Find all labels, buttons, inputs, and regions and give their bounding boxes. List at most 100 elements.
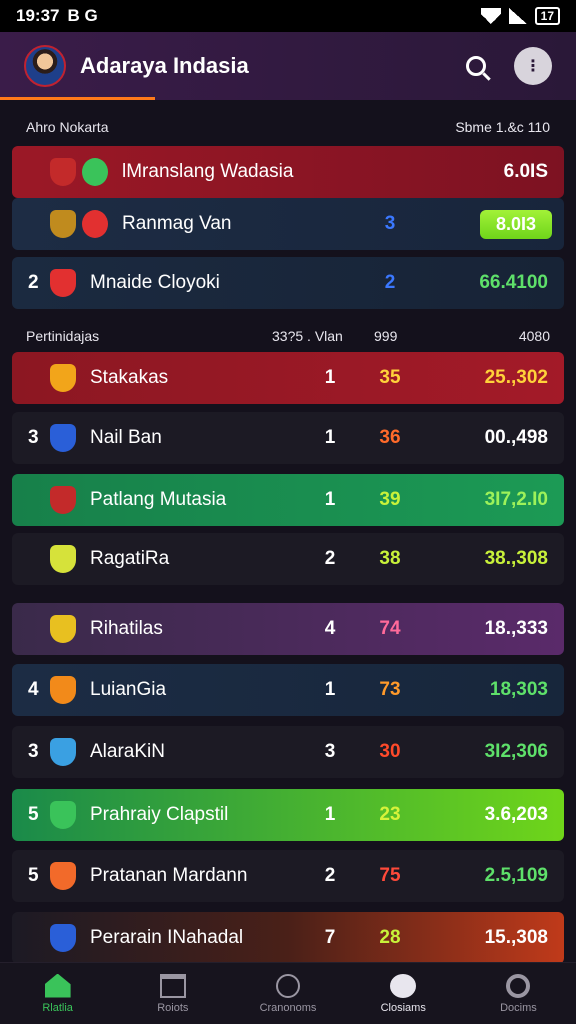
more-icon: ⋮ <box>525 58 541 75</box>
stat-played: 7 <box>324 927 336 948</box>
stat-points: 30 <box>379 741 401 762</box>
team-crest-icon <box>50 424 76 452</box>
table-row[interactable]: Patlang Mutasia 1 39 3I7,2.I0 <box>12 474 564 526</box>
nav-label: Docims <box>500 1001 537 1014</box>
table-row[interactable]: Stakakas 1 35 25.,302 <box>12 352 564 404</box>
stat-points: 74 <box>379 618 401 639</box>
status-bar: 19:37 B G 17 <box>0 0 576 32</box>
team-crest-icon <box>50 615 76 643</box>
team-name: Pratanan Mardann <box>90 865 248 886</box>
circle-icon <box>506 973 531 998</box>
stat-value: 25.,302 <box>484 367 548 388</box>
stat-points: 38 <box>379 548 401 569</box>
row-rank: 5 <box>28 865 39 886</box>
more-button[interactable]: ⋮ <box>514 47 552 85</box>
row-rank: 2 <box>28 272 39 293</box>
stat-played: 1 <box>324 367 336 388</box>
nav-label: Closiams <box>380 1001 426 1014</box>
section-1-meta: Sbme 1.&c 110 <box>455 119 550 135</box>
stat-played: 2 <box>324 865 336 886</box>
table-row[interactable]: 4 LuianGia 1 73 18,303 <box>12 664 564 716</box>
team-crest-icon <box>82 158 108 186</box>
search-icon <box>466 56 486 76</box>
nav-item-home[interactable]: Rlatlia <box>0 963 115 1024</box>
edit-icon <box>390 973 417 998</box>
team-name: lMranslang Wadasia <box>122 161 294 182</box>
team-name: LuianGia <box>90 679 167 700</box>
stat-value: 6.0IS <box>503 161 548 182</box>
stat-points: 36 <box>379 427 401 448</box>
bottom-nav: Rlatlia Roiots Cranonoms Closiams Docims <box>0 962 576 1024</box>
table-row[interactable]: 5 Prahraiy Clapstil 1 23 3.6,203 <box>12 789 564 841</box>
stat-played: 4 <box>324 618 336 639</box>
team-name: Perarain INahadal <box>90 927 244 948</box>
avatar[interactable] <box>24 45 66 87</box>
battery-level: 17 <box>540 9 554 23</box>
team-crest-icon <box>50 486 76 514</box>
stat-played: 1 <box>324 427 336 448</box>
table-row[interactable]: RagatiRa 2 38 38.,308 <box>12 533 564 585</box>
team-name: Patlang Mutasia <box>90 489 227 510</box>
team-name: Prahraiy Clapstil <box>90 804 229 825</box>
nav-item-4[interactable]: Closiams <box>346 963 461 1024</box>
stat-points: 2 <box>384 272 396 293</box>
active-tab-indicator <box>0 97 155 100</box>
team-name: RagatiRa <box>90 548 170 569</box>
stat-points: 28 <box>379 927 401 948</box>
nav-item-3[interactable]: Cranonoms <box>230 963 345 1024</box>
score-pill: 8.0I3 <box>479 209 552 239</box>
table-row[interactable]: Perarain INahadal 7 28 15.,308 <box>12 912 564 964</box>
section-1-title: Ahro Nokarta <box>26 119 109 135</box>
nav-label: Roiots <box>157 1001 189 1014</box>
app-title: Adaraya Indasia <box>80 53 249 78</box>
stat-value: 18.,333 <box>484 618 548 639</box>
calendar-icon <box>159 973 186 998</box>
stat-points: 35 <box>379 367 401 388</box>
stat-value: 00.,498 <box>484 427 548 448</box>
table-row[interactable]: Rihatilas 4 74 18.,333 <box>12 603 564 655</box>
section-2-col-2: 999 <box>374 328 398 344</box>
table-row[interactable]: Ranmag Van 3 8.0I3 <box>12 198 564 250</box>
stat-value: 3I2,306 <box>484 741 548 762</box>
team-crest-icon <box>50 158 76 186</box>
section-header-1: Ahro Nokarta Sbme 1.&c 110 <box>12 110 564 144</box>
section-2-col-1: 33?5 . Vlan <box>272 328 343 344</box>
stat-value: 18,303 <box>489 679 548 700</box>
stat-points: 73 <box>379 679 401 700</box>
team-crest-icon <box>50 801 76 829</box>
battery-icon: 17 <box>534 7 560 25</box>
stat-points: 3 <box>384 213 396 234</box>
clock-icon <box>276 973 300 998</box>
app-bar: Adaraya Indasia ⋮ <box>0 32 576 100</box>
table-row[interactable]: 2 Mnaide Cloyoki 2 66.4100 <box>12 257 564 309</box>
stat-value: 3I7,2.I0 <box>484 489 548 510</box>
nav-label: Rlatlia <box>42 1001 73 1014</box>
table-row[interactable]: 3 Nail Ban 1 36 00.,498 <box>12 412 564 464</box>
stat-played: 1 <box>324 804 336 825</box>
section-2-title: Pertinidajas <box>26 328 100 344</box>
table-row[interactable]: lMranslang Wadasia 6.0IS <box>12 146 564 198</box>
nav-item-2[interactable]: Roiots <box>115 963 230 1024</box>
team-crest-icon <box>50 210 76 238</box>
status-extra: B G <box>67 6 98 25</box>
row-rank: 3 <box>28 741 39 762</box>
row-rank: 3 <box>28 427 39 448</box>
nav-item-5[interactable]: Docims <box>461 963 576 1024</box>
team-name: Rihatilas <box>90 618 163 639</box>
team-crest-icon <box>50 738 76 766</box>
team-name: AlaraKiN <box>90 741 165 762</box>
table-row[interactable]: 5 Pratanan Mardann 2 75 2.5,109 <box>12 850 564 902</box>
nav-label: Cranonoms <box>259 1001 317 1014</box>
wifi-icon <box>480 8 501 24</box>
team-crest-icon <box>50 545 76 573</box>
stat-value: 15.,308 <box>484 927 548 948</box>
signal-icon <box>508 8 527 24</box>
row-rank: 4 <box>28 679 39 700</box>
stat-played: 1 <box>324 489 336 510</box>
row-rank: 5 <box>28 804 39 825</box>
stat-value: 2.5,109 <box>484 865 548 886</box>
stat-played: 1 <box>324 679 336 700</box>
stat-points: 23 <box>379 804 401 825</box>
table-row[interactable]: 3 AlaraKiN 3 30 3I2,306 <box>12 726 564 778</box>
search-button[interactable] <box>458 48 494 84</box>
